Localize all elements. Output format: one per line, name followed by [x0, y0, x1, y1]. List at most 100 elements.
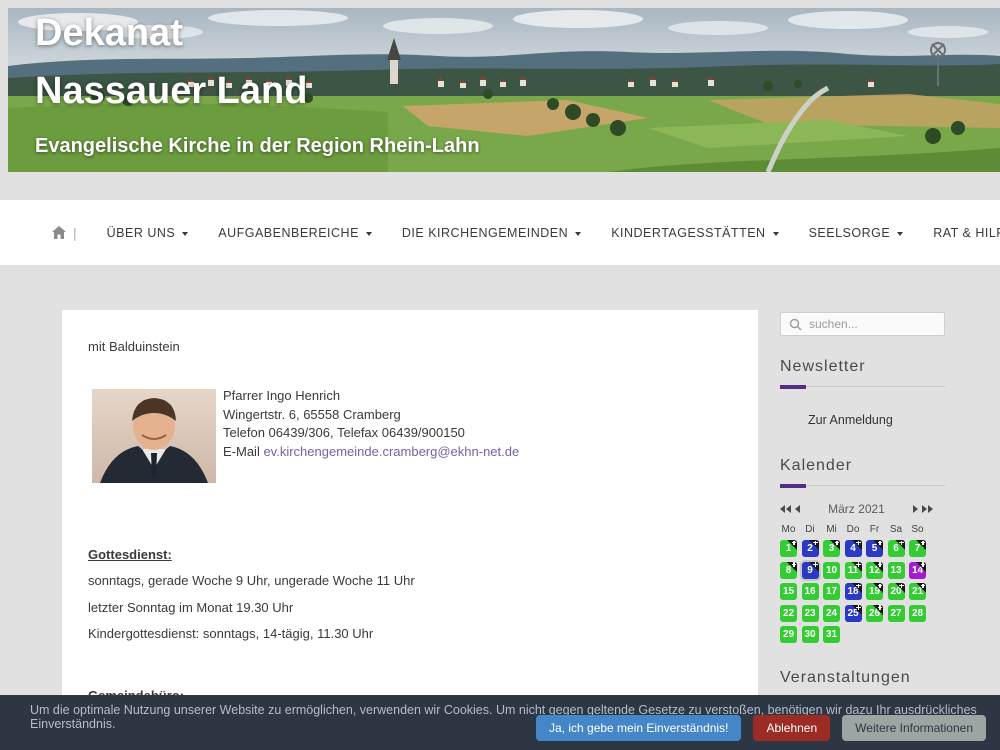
calendar-day-26[interactable]: 26	[866, 605, 883, 622]
chevron-down-icon	[182, 232, 188, 236]
intro-text: mit Balduinstein	[88, 339, 180, 354]
calendar-day-31[interactable]: 31	[823, 626, 840, 643]
event-plus-badge	[895, 583, 905, 593]
chevron-down-icon	[897, 232, 903, 236]
nav-separator: |	[73, 225, 77, 241]
chevron-down-icon	[575, 232, 581, 236]
nav-item-aufgabenbereiche[interactable]: AUFGABENBEREICHE	[218, 226, 372, 240]
calendar-day-22[interactable]: 22	[780, 605, 797, 622]
weekday-label: Do	[845, 524, 862, 535]
event-plus-badge	[852, 540, 862, 550]
nav-items: ÜBER UNS AUFGABENBEREICHE DIE KIRCHENGEMEI…	[107, 226, 1000, 240]
nav-item-rat-hilfe[interactable]: RAT & HILFE	[933, 226, 1000, 240]
calendar-day-18[interactable]: 18	[845, 583, 862, 600]
calendar-day-5[interactable]: 5	[866, 540, 883, 557]
site-title-line2: Nassauer Land	[35, 70, 307, 113]
calendar-day-3[interactable]: 3	[823, 540, 840, 557]
calendar-day-14[interactable]: 14	[909, 562, 926, 579]
nav-item-label: DIE KIRCHENGEMEINDEN	[402, 226, 568, 240]
event-plus-badge	[873, 583, 883, 593]
weekday-label: So	[909, 524, 926, 535]
home-icon	[52, 226, 66, 239]
cookie-decline-button[interactable]: Ablehnen	[753, 715, 830, 741]
event-plus-badge	[916, 562, 926, 572]
calendar-day-8[interactable]: 8	[780, 562, 797, 579]
cookie-accept-button[interactable]: Ja, ich gebe mein Einverständnis!	[536, 715, 741, 741]
sidebar: Newsletter Zur Anmeldung Kalender März 2…	[780, 312, 945, 687]
day-number: 23	[804, 608, 815, 619]
weekday-label: Mi	[823, 524, 840, 535]
prev-year-icon[interactable]	[780, 505, 791, 513]
calendar-day-1[interactable]: 1	[780, 540, 797, 557]
nav-item-die-kirchengemeinden[interactable]: DIE KIRCHENGEMEINDEN	[402, 226, 581, 240]
event-plus-badge	[873, 540, 883, 550]
weekday-label: Di	[802, 524, 819, 535]
event-plus-badge	[830, 540, 840, 550]
site-subtitle: Evangelische Kirche in der Region Rhein-…	[35, 135, 480, 158]
cookie-banner: Um die optimale Nutzung unserer Website …	[0, 695, 1000, 750]
email-link[interactable]: ev.kirchengemeinde.cramberg@ekhn-net.de	[263, 444, 519, 459]
calendar-day-11[interactable]: 11	[845, 562, 862, 579]
heading-underline	[780, 386, 945, 387]
nav-item-seelsorge[interactable]: SEELSORGE	[809, 226, 904, 240]
main-navigation: | ÜBER UNS AUFGABENBEREICHE DIE KIRCHENGEM…	[0, 200, 1000, 265]
day-number: 30	[804, 629, 815, 640]
calendar-day-24[interactable]: 24	[823, 605, 840, 622]
service-line: letzter Sonntag im Monat 19.30 Uhr	[88, 601, 415, 614]
calendar-day-20[interactable]: 20	[888, 583, 905, 600]
calendar-day-17[interactable]: 17	[823, 583, 840, 600]
day-number: 22	[783, 608, 794, 619]
service-line: Kindergottesdienst: sonntags, 14-tägig, …	[88, 627, 415, 640]
calendar-grid: 1234567891011121314151617181920212223242…	[780, 540, 933, 643]
calendar-day-28[interactable]: 28	[909, 605, 926, 622]
day-number: 27	[890, 608, 901, 619]
event-plus-badge	[852, 583, 862, 593]
newsletter-signup-link[interactable]: Zur Anmeldung	[808, 413, 945, 427]
calendar-day-7[interactable]: 7	[909, 540, 926, 557]
calendar-day-2[interactable]: 2	[802, 540, 819, 557]
content-card: mit Balduinstein Pfarrer Ingo Henrich Wi…	[62, 310, 758, 750]
next-month-icon[interactable]	[913, 505, 918, 513]
cookie-buttons: Ja, ich gebe mein Einverständnis! Ablehn…	[536, 715, 986, 741]
nav-item-label: SEELSORGE	[809, 226, 891, 240]
nav-item-home[interactable]: |	[52, 225, 77, 241]
calendar-day-13[interactable]: 13	[888, 562, 905, 579]
calendar-day-10[interactable]: 10	[823, 562, 840, 579]
calendar-day-6[interactable]: 6	[888, 540, 905, 557]
search-box	[780, 312, 945, 336]
day-number: 31	[826, 629, 837, 640]
event-plus-badge	[916, 583, 926, 593]
nav-item-label: RAT & HILFE	[933, 226, 1000, 240]
calendar-weekdays: MoDiMiDoFrSaSo	[780, 524, 933, 535]
calendar-day-29[interactable]: 29	[780, 626, 797, 643]
calendar-day-27[interactable]: 27	[888, 605, 905, 622]
chevron-down-icon	[366, 232, 372, 236]
calendar-day-19[interactable]: 19	[866, 583, 883, 600]
calendar-day-21[interactable]: 21	[909, 583, 926, 600]
calendar-day-30[interactable]: 30	[802, 626, 819, 643]
event-plus-badge	[809, 562, 819, 572]
nav-item-label: KINDERTAGESSTÄTTEN	[611, 226, 765, 240]
pastor-photo	[92, 389, 216, 483]
service-heading: Gottesdienst:	[88, 547, 172, 562]
calendar-day-9[interactable]: 9	[802, 562, 819, 579]
next-year-icon[interactable]	[922, 505, 933, 513]
day-number: 17	[826, 586, 837, 597]
cookie-info-button[interactable]: Weitere Informationen	[842, 715, 986, 741]
day-number: 29	[783, 629, 794, 640]
calendar-day-4[interactable]: 4	[845, 540, 862, 557]
calendar-month-label: März 2021	[800, 502, 913, 516]
calendar-day-25[interactable]: 25	[845, 605, 862, 622]
day-number: 28	[912, 608, 923, 619]
calendar-heading: Kalender	[780, 457, 945, 475]
calendar-day-15[interactable]: 15	[780, 583, 797, 600]
pastor-phone: Telefon 06439/306, Telefax 06439/900150	[223, 424, 519, 443]
search-input[interactable]	[781, 313, 944, 335]
calendar-day-12[interactable]: 12	[866, 562, 883, 579]
nav-item-über-uns[interactable]: ÜBER UNS	[107, 226, 189, 240]
weekday-label: Fr	[866, 524, 883, 535]
calendar-day-16[interactable]: 16	[802, 583, 819, 600]
calendar-nav: März 2021	[780, 502, 933, 516]
nav-item-kindertagesstätten[interactable]: KINDERTAGESSTÄTTEN	[611, 226, 778, 240]
calendar-day-23[interactable]: 23	[802, 605, 819, 622]
